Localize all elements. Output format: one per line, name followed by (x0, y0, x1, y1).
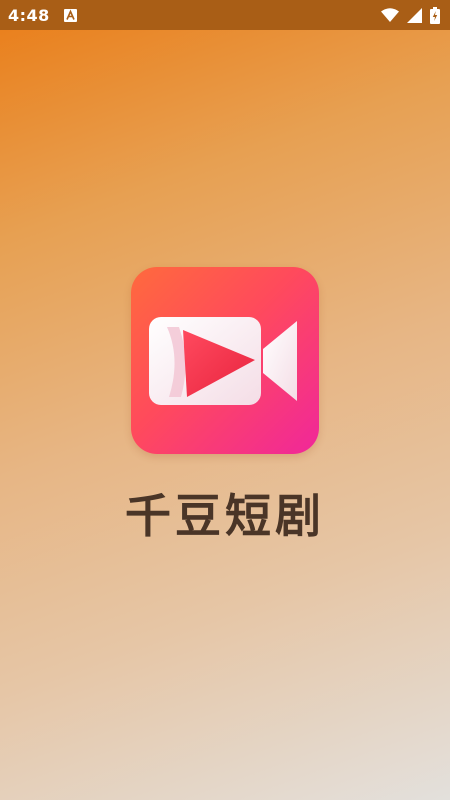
app-name: 千豆短剧 (125, 489, 325, 543)
notification-a-icon (64, 8, 78, 22)
status-time: 4:48 (8, 5, 50, 25)
status-bar: 4:48 (0, 0, 450, 30)
wifi-icon (381, 8, 399, 22)
video-play-camera-icon (149, 317, 297, 405)
app-logo (131, 267, 319, 454)
cell-signal-icon (407, 7, 422, 23)
status-icons (381, 6, 440, 24)
battery-charging-icon (430, 6, 440, 24)
